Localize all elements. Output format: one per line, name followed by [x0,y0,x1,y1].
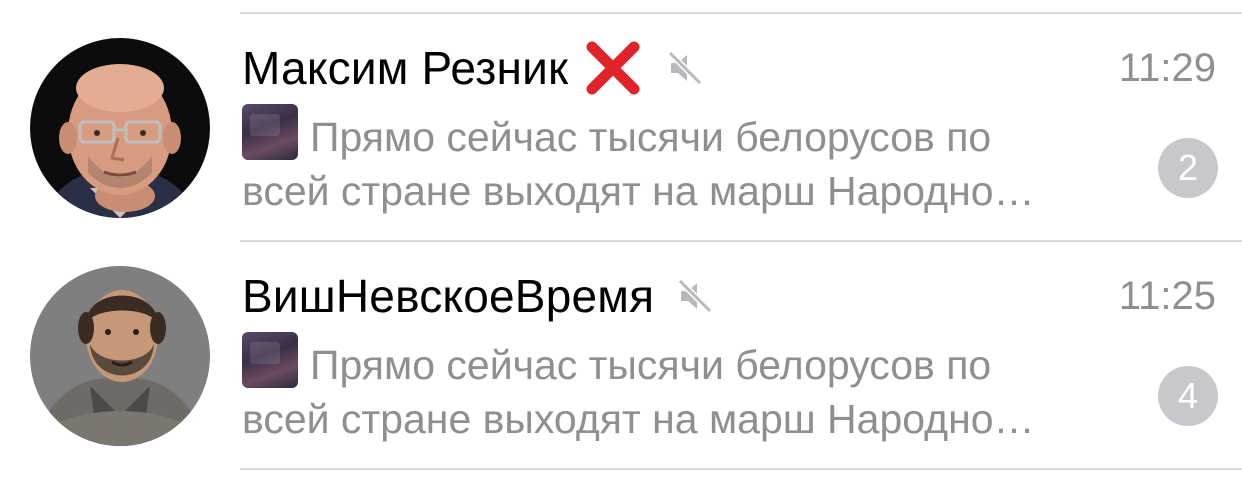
preview-line-1: Прямо сейчас тысячи белорусов по [242,332,1142,390]
chat-name: ВишНевскоеВремя [242,270,655,322]
muted-speaker-icon [666,49,704,87]
chat-title-line: Максим Резник [242,38,704,98]
chat-title-line: ВишНевскоеВремя [242,266,714,326]
preview-text-1: Прямо сейчас тысячи белорусов по [310,114,992,160]
preview-line-2: всей стране выходят на марш Народно… [242,396,1035,442]
message-preview: Прямо сейчас тысячи белорусов по всей ст… [242,104,1142,220]
avatar-photo [30,266,210,446]
muted-speaker-icon [676,277,714,315]
chat-name: Максим Резник [242,42,569,94]
chat-row-maksim-reznik[interactable]: Максим Резник 11:29 Прямо сейчас тысячи … [0,0,1242,228]
chat-row-vishnevskoe-vremya[interactable]: ВишНевскоеВремя 11:25 Прямо сейчас тысяч… [0,228,1242,456]
avatar [30,266,210,446]
avatar-photo [30,38,210,218]
unread-badge: 2 [1158,138,1218,198]
cross-mark-icon [582,37,644,99]
media-thumbnail [242,332,298,388]
chat-time: 11:25 [1118,274,1216,318]
unread-badge: 4 [1158,366,1218,426]
preview-text-1: Прямо сейчас тысячи белорусов по [310,342,992,388]
divider-bottom [240,468,1242,470]
message-preview: Прямо сейчас тысячи белорусов по всей ст… [242,332,1142,448]
preview-line-1: Прямо сейчас тысячи белорусов по [242,104,1142,162]
media-thumbnail [242,104,298,160]
chat-time: 11:29 [1118,46,1216,90]
preview-line-2: всей стране выходят на марш Народно… [242,168,1035,214]
avatar [30,38,210,218]
